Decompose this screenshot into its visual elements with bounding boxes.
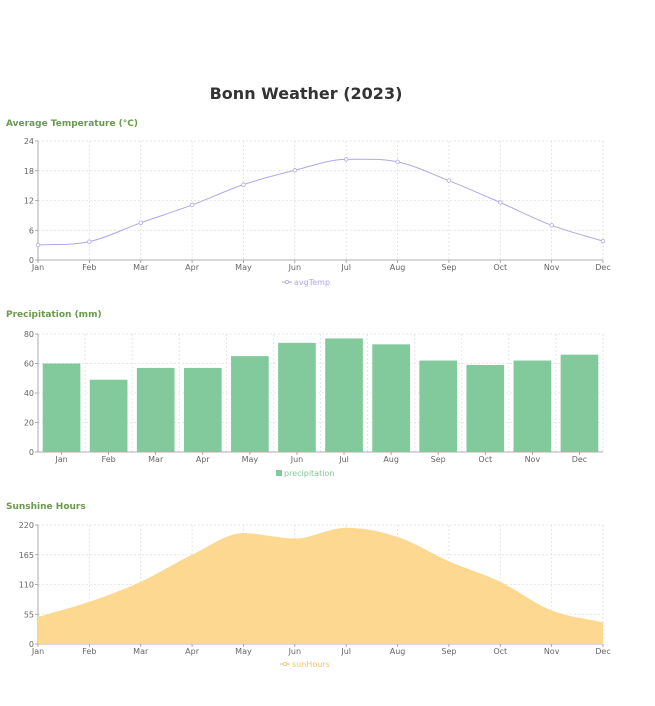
sun-x-tick-label: Mar	[133, 647, 149, 656]
precip-x-tick-label: Mar	[148, 455, 164, 464]
precip-bar	[419, 360, 458, 452]
temp-point	[292, 168, 298, 173]
temp-point	[138, 220, 143, 226]
sun-x-tick-label: Apr	[185, 647, 200, 656]
temp-point	[549, 223, 554, 228]
sun-y-tick-label: 165	[19, 551, 34, 560]
precip-bar	[372, 344, 410, 452]
precip-bar	[560, 354, 599, 452]
temp-y-tick-label: 12	[24, 197, 34, 206]
charts-canvas: 0 6 12 18 24 Jan Feb Mar Apr May Jun Jul Aug Sep Oct No…	[19, 137, 611, 669]
precip-y-tick-label: 40	[24, 389, 34, 398]
temp-x-tick-label: Nov	[544, 263, 560, 272]
precip-x-tick-label: Apr	[196, 455, 211, 464]
precip-x-tick-label: May	[242, 455, 259, 464]
temp-series-line	[37, 158, 604, 246]
sun-y-tick-label: 220	[19, 521, 34, 530]
precip-x-tick-label: Oct	[478, 455, 492, 464]
precip-x-tick-label: Nov	[525, 455, 541, 464]
temp-point	[600, 238, 606, 244]
precip-y-tick-label: 20	[24, 419, 34, 428]
sun-x-tick-label: Dec	[595, 647, 610, 656]
sun-x-tick-label: Sep	[441, 647, 456, 656]
temp-x-tick-label: Aug	[390, 263, 406, 272]
precip-bar	[136, 367, 175, 452]
precip-x-tick-label: Aug	[383, 455, 399, 464]
temp-point	[343, 157, 349, 162]
temp-x-tick-label: Jun	[288, 263, 302, 272]
sun-y-tick-label: 55	[24, 610, 34, 619]
precip-bar	[278, 342, 316, 452]
precip-y-tick-label: 80	[24, 330, 34, 339]
precip-x-tick-label: Jul	[338, 455, 349, 464]
precip-x-tick-label: Dec	[572, 455, 587, 464]
sun-x-tick-label: Jun	[288, 647, 302, 656]
precip-bar	[466, 364, 505, 452]
precip-y-tick-label: 0	[29, 448, 34, 457]
precip-legend-swatch	[276, 470, 282, 476]
temp-x-tick-label: Dec	[595, 263, 610, 272]
temp-point	[189, 202, 195, 208]
temp-point	[87, 239, 92, 244]
precip-bar	[325, 338, 363, 452]
precip-y-tick-label: 60	[24, 360, 34, 369]
precip-bar	[513, 360, 552, 452]
temp-x-tick-label: May	[235, 263, 252, 272]
sun-legend-marker	[282, 662, 287, 667]
precip-bar	[231, 356, 269, 452]
temp-x-tick-label: Jul	[340, 263, 351, 272]
sun-x-tick-label: Feb	[82, 647, 96, 656]
precip-x-tick-label: Jan	[54, 455, 67, 464]
temp-y-tick-label: 6	[29, 226, 34, 235]
precip-bar	[42, 363, 81, 452]
sun-x-tick-label: Oct	[493, 647, 507, 656]
temp-x-tick-label: Jan	[31, 263, 44, 272]
temp-x-tick-label: Feb	[82, 263, 96, 272]
temp-y-tick-label: 18	[24, 167, 34, 176]
temp-point	[241, 182, 246, 187]
precip-x-tick-label: Feb	[102, 455, 116, 464]
temp-x-tick-label: Sep	[441, 263, 456, 272]
precip-bar	[89, 379, 128, 452]
precip-bar	[183, 367, 222, 452]
temp-legend-label: avgTemp	[294, 278, 330, 287]
precip-x-tick-label: Jun	[290, 455, 304, 464]
sun-x-tick-label: May	[235, 647, 252, 656]
sun-y-tick-label: 110	[19, 581, 34, 590]
precip-x-tick-label: Sep	[431, 455, 446, 464]
sun-x-tick-label: Jan	[31, 647, 44, 656]
sun-series-area	[38, 527, 603, 644]
temp-legend-marker	[284, 279, 289, 284]
sun-x-tick-label: Jul	[340, 647, 351, 656]
sun-x-tick-label: Aug	[390, 647, 406, 656]
temp-x-tick-label: Mar	[133, 263, 149, 272]
temp-point	[446, 178, 452, 183]
temp-point	[35, 242, 41, 248]
temp-y-tick-label: 24	[24, 137, 34, 146]
temp-point	[498, 200, 503, 205]
sun-legend-label: sunHours	[292, 660, 330, 669]
precip-legend-label: precipitation	[284, 469, 334, 478]
sun-x-tick-label: Nov	[544, 647, 560, 656]
temp-x-tick-label: Apr	[185, 263, 200, 272]
temp-point	[395, 159, 400, 165]
temp-x-tick-label: Oct	[493, 263, 507, 272]
